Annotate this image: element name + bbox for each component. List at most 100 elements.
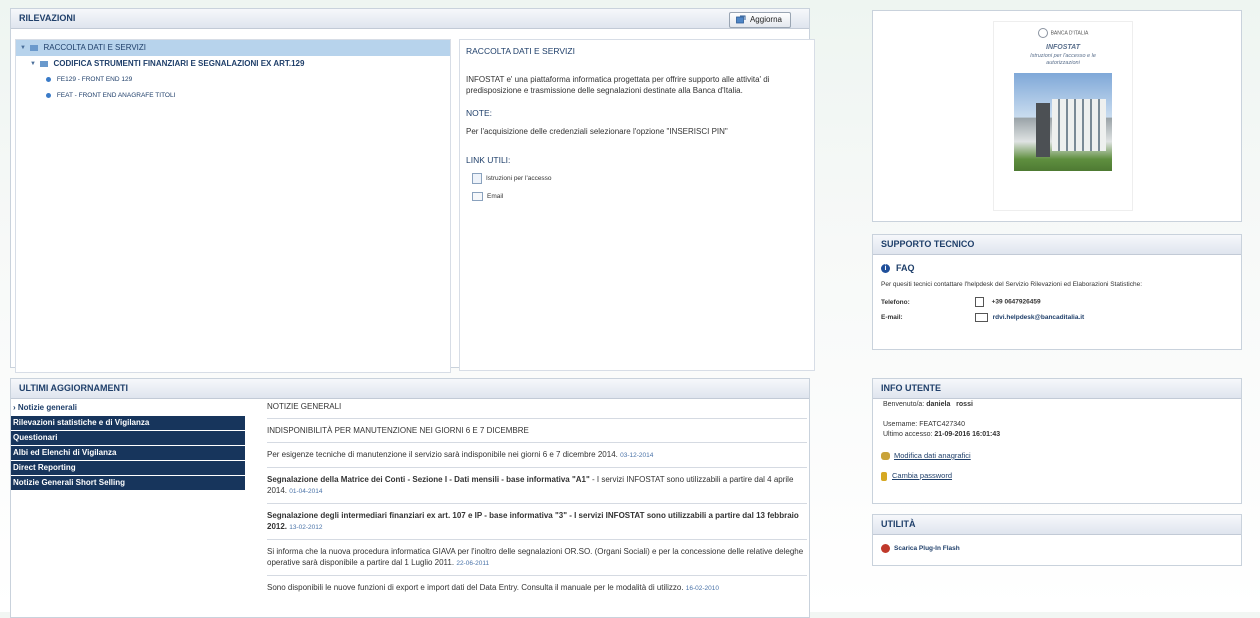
flash-download-link[interactable]: Scarica Plug-In Flash: [881, 544, 960, 553]
infostat-subtitle: Istruzioni per l'accesso e le autorizzaz…: [1030, 53, 1096, 66]
refresh-button[interactable]: Aggiorna: [728, 12, 791, 28]
last-access-value: 21-09-2016 16:01:43: [934, 431, 1001, 438]
document-icon: [472, 173, 482, 184]
users-icon: [881, 452, 890, 461]
username-label: Username:: [883, 421, 918, 428]
link-istruzioni-label: Istruzioni per l'accesso: [486, 175, 552, 183]
tree-item-label: FE129 - FRONT END 129: [56, 76, 133, 83]
category-menu: › Notizie generali Rilevazioni statistic…: [11, 401, 245, 491]
aggiornamenti-panel: ULTIMI AGGIORNAMENTI › Notizie generali …: [10, 378, 810, 618]
phone-icon: [974, 297, 984, 307]
infostat-title: INFOSTAT: [1046, 44, 1080, 51]
phone-label: Telefono:: [881, 298, 910, 306]
info-icon: i: [881, 264, 890, 274]
change-password-label: Cambia password: [892, 471, 953, 480]
tree-item-label: FEAT - FRONT END ANAGRAFE TITOLI: [56, 92, 176, 99]
welcome-value: daniela rossi: [926, 401, 973, 408]
menu-questionari[interactable]: Questionari: [11, 431, 245, 446]
info-utente-panel: INFO UTENTE Benvenuto/a: daniela rossi U…: [872, 378, 1242, 504]
news-title: Segnalazione degli intermediari finanzia…: [267, 511, 567, 520]
refresh-icon: [736, 15, 746, 24]
news-item: INDISPONIBILITÀ PER MANUTENZIONE NEI GIO…: [267, 419, 807, 443]
folder-icon: [40, 61, 49, 67]
last-access-label: Ultimo accesso:: [883, 431, 933, 438]
username-row: Username: FEATC427340: [883, 421, 965, 428]
supporto-title: SUPPORTO TECNICO: [873, 235, 1241, 255]
menu-rilevazioni-statistiche[interactable]: Rilevazioni statistiche e di Vigilanza: [11, 416, 245, 431]
bank-logo: BANCA D'ITALIA: [994, 28, 1132, 38]
welcome-row: Benvenuto/a: daniela rossi: [883, 401, 973, 408]
welcome-label: Benvenuto/a:: [883, 401, 925, 408]
news-text: Per esigenze tecniche di manutenzione il…: [267, 450, 618, 459]
news-list: NOTIZIE GENERALI INDISPONIBILITÀ PER MAN…: [267, 401, 807, 600]
username-value: FEATC427340: [919, 421, 965, 428]
modify-profile-label: Modifica dati anagrafici: [894, 451, 971, 460]
email-label: E-mail:: [881, 314, 903, 322]
link-email[interactable]: Email: [472, 192, 808, 201]
note-heading: NOTE:: [466, 108, 492, 118]
news-item: Segnalazione degli intermediari finanzia…: [267, 504, 807, 540]
info-pane: RACCOLTA DATI E SERVIZI INFOSTAT e' una …: [459, 39, 815, 371]
news-date: 16-02-2010: [685, 585, 720, 592]
sculpture: [1036, 103, 1050, 157]
bullet-icon: [46, 92, 51, 98]
supporto-panel: SUPPORTO TECNICO i FAQ Per quesiti tecnic…: [872, 234, 1242, 350]
note-text: Per l'acquisizione delle credenziali sel…: [466, 127, 728, 136]
mail-icon: [974, 313, 988, 322]
expand-arrow-icon: ▼: [20, 45, 26, 51]
tree-item-codifica[interactable]: ▼ CODIFICA STRUMENTI FINANZIARI E SEGNAL…: [16, 56, 450, 72]
news-date: 01-04-2014: [289, 488, 323, 495]
news-title: INDISPONIBILITÀ PER MANUTENZIONE NEI GIO…: [267, 426, 529, 435]
modify-profile-link[interactable]: Modifica dati anagrafici: [881, 451, 971, 461]
rilevazioni-panel: RILEVAZIONI Aggiorna ▼ RACCOLTA DATI E S…: [10, 8, 815, 373]
flash-download-label: Scarica Plug-In Flash: [894, 545, 960, 553]
infostat-card-panel: BANCA D'ITALIA INFOSTAT Istruzioni per l…: [872, 10, 1242, 222]
tree-item-feat[interactable]: FEAT - FRONT END ANAGRAFE TITOLI: [16, 88, 450, 104]
tree-item-fe129[interactable]: FE129 - FRONT END 129: [16, 72, 450, 88]
tree-item-raccolta[interactable]: ▼ RACCOLTA DATI E SERVIZI: [16, 40, 450, 56]
utilita-panel: UTILITÀ Scarica Plug-In Flash: [872, 514, 1242, 566]
tree-item-label: RACCOLTA DATI E SERVIZI: [43, 43, 147, 53]
services-tree: ▼ RACCOLTA DATI E SERVIZI ▼ CODIFICA STR…: [15, 39, 451, 373]
rilevazioni-title: RILEVAZIONI: [11, 9, 809, 29]
last-access-row: Ultimo accesso: 21-09-2016 16:01:43: [883, 431, 1000, 438]
link-email-label: Email: [487, 193, 504, 201]
link-istruzioni[interactable]: Istruzioni per l'accesso: [472, 173, 808, 184]
tree-item-label: CODIFICA STRUMENTI FINANZIARI E SEGNALAZ…: [53, 59, 305, 69]
supporto-text: Per quesiti tecnici contattare l'helpdes…: [881, 281, 1143, 288]
news-item: Sono disponibili le nuove funzioni di ex…: [267, 576, 807, 600]
refresh-label: Aggiorna: [749, 15, 782, 24]
email-value[interactable]: rdvi.helpdesk@bancaditalia.it: [993, 314, 1085, 321]
building-photo: [1014, 73, 1112, 171]
info-heading: RACCOLTA DATI E SERVIZI: [466, 46, 575, 56]
utilita-title: UTILITÀ: [873, 515, 1241, 535]
expand-arrow-icon: ▼: [30, 61, 36, 67]
info-utente-title: INFO UTENTE: [873, 379, 1241, 399]
aggiornamenti-title: ULTIMI AGGIORNAMENTI: [11, 379, 809, 399]
menu-direct-reporting[interactable]: Direct Reporting: [11, 461, 245, 476]
flash-plugin-icon: [881, 544, 890, 553]
phone-value: +39 0647926459: [991, 298, 1041, 306]
menu-albi-elenchi[interactable]: Albi ed Elenchi di Vigilanza: [11, 446, 245, 461]
news-text: Sono disponibili le nuove funzioni di ex…: [267, 583, 684, 592]
bullet-icon: [46, 76, 51, 82]
news-date: 22-06-2011: [456, 560, 490, 567]
news-item: Si informa che la nuova procedura inform…: [267, 540, 807, 576]
change-password-link[interactable]: Cambia password: [881, 471, 952, 481]
folder-icon: [30, 45, 39, 51]
news-item: Segnalazione della Matrice dei Conti - S…: [267, 468, 807, 504]
infostat-card[interactable]: BANCA D'ITALIA INFOSTAT Istruzioni per l…: [993, 21, 1133, 211]
building-facade: [1052, 99, 1106, 151]
bank-logo-text: BANCA D'ITALIA: [1050, 30, 1089, 37]
email-row: E-mail: rdvi.helpdesk@bancaditalia.it: [881, 313, 1084, 322]
news-title: Segnalazione della Matrice dei Conti - S…: [267, 475, 590, 484]
faq-link[interactable]: i FAQ: [881, 263, 915, 274]
info-description: INFOSTAT e' una piattaforma informatica …: [466, 75, 770, 95]
menu-notizie-generali[interactable]: › Notizie generali: [11, 401, 245, 416]
links-heading: LINK UTILI:: [466, 155, 511, 165]
faq-label: FAQ: [896, 263, 915, 273]
news-section-title: NOTIZIE GENERALI: [267, 401, 807, 419]
news-text: Si informa che la nuova procedura inform…: [267, 547, 804, 567]
menu-short-selling[interactable]: Notizie Generali Short Selling: [11, 476, 245, 491]
bank-logo-icon: [1037, 28, 1048, 38]
